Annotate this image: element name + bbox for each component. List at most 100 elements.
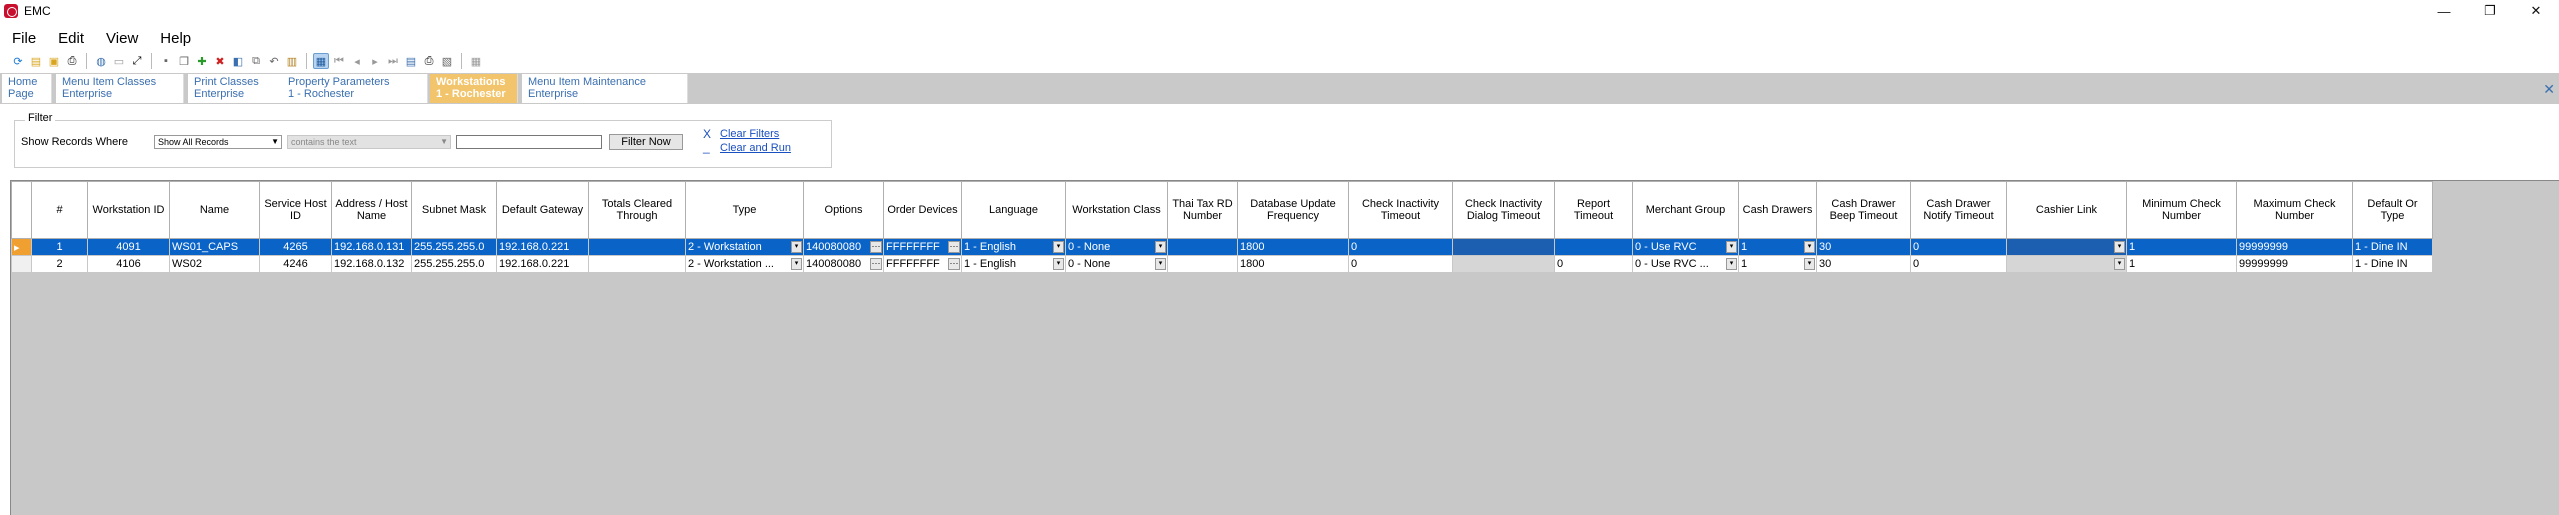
cell-service-host-id[interactable]: 4265 [259,238,332,256]
cell-totals-cleared[interactable] [588,238,686,256]
chevron-down-icon[interactable]: ▾ [1726,258,1737,270]
cell-cash-drawers[interactable]: 1 ▾ [1738,255,1817,273]
chevron-down-icon[interactable]: ▾ [1053,258,1064,270]
cell-check-inactivity[interactable]: 0 [1348,238,1453,256]
cell-name[interactable]: WS02 [169,255,260,273]
chevron-down-icon[interactable]: ▾ [1155,258,1166,270]
column-header-check-dialog-timeout[interactable]: Check Inactivity Dialog Timeout [1452,181,1555,239]
cell-max-check[interactable]: 99999999 [2236,255,2353,273]
column-header-totals-cleared[interactable]: Totals Cleared Through [588,181,686,239]
cell-subnet-mask[interactable]: 255.255.255.0 [411,255,497,273]
cell-workstation-id[interactable]: 4106 [87,255,170,273]
restore-button[interactable]: ❐ [2467,0,2513,22]
cell-order-devices[interactable]: FFFFFFFF ··· [883,255,962,273]
ellipsis-icon[interactable]: ··· [870,258,882,270]
tab-print-classes[interactable]: Print Classes Enterprise [188,74,284,103]
column-header-merchant-group[interactable]: Merchant Group [1632,181,1739,239]
copy-icon[interactable]: ❐ [176,53,192,69]
filter-field-select[interactable]: Show All Records ▼ [154,135,282,149]
cell-options[interactable]: 140080080 ··· [803,255,884,273]
tab-workstations[interactable]: Workstations 1 - Rochester [430,74,518,103]
cell-options[interactable]: 140080080 ··· [803,238,884,256]
cell-address[interactable]: 192.168.0.131 [331,238,412,256]
cell-service-host-id[interactable]: 4246 [259,255,332,273]
cell-check-inactivity[interactable]: 0 [1348,255,1453,273]
table-row[interactable]: ▸ 1 4091 WS01_CAPS 4265 192.168.0.131 25… [11,238,2433,256]
table-view-icon[interactable]: ▦ [313,53,329,69]
first-record-icon[interactable]: ⏮ [331,53,347,69]
clipboard-icon[interactable]: ▥ [284,53,300,69]
cell-thai-tax[interactable] [1167,238,1238,256]
column-header-number[interactable]: # [31,181,88,239]
tab-property-parameters[interactable]: Property Parameters 1 - Rochester [282,74,428,103]
clear-filters-link[interactable]: Clear Filters [720,128,779,140]
column-header-options[interactable]: Options [803,181,884,239]
tab-home-page[interactable]: Home Page [2,74,52,103]
tab-menu-item-classes[interactable]: Menu Item Classes Enterprise [56,74,184,103]
refresh-icon[interactable]: ⟳ [10,53,26,69]
column-header-workstation-class[interactable]: Workstation Class [1065,181,1168,239]
add-record-icon[interactable]: ✚ [194,53,210,69]
cell-name[interactable]: WS01_CAPS [169,238,260,256]
note-icon[interactable]: ▭ [111,53,127,69]
column-header-language[interactable]: Language [961,181,1066,239]
column-header-default-order-type[interactable]: Default Or Type [2352,181,2433,239]
table-row[interactable]: 2 4106 WS02 4246 192.168.0.132 255.255.2… [11,255,2433,273]
row-pointer-icon[interactable]: ▸ [11,238,32,256]
cell-type[interactable]: 2 - Workstation ▾ [685,238,804,256]
column-header-beep-timeout[interactable]: Cash Drawer Beep Timeout [1816,181,1911,239]
chevron-down-icon[interactable]: ▾ [791,241,802,253]
menu-edit[interactable]: Edit [56,30,86,47]
cell-language[interactable]: 1 - English ▾ [961,238,1066,256]
column-header-cash-drawers[interactable]: Cash Drawers [1738,181,1817,239]
filter-now-button[interactable]: Filter Now [609,134,683,150]
chevron-down-icon[interactable]: ▾ [2114,241,2125,253]
chevron-down-icon[interactable]: ▾ [1804,241,1815,253]
clear-and-run-icon[interactable]: _ [703,140,710,154]
close-button[interactable]: ✕ [2513,0,2559,22]
cell-number[interactable]: 2 [31,255,88,273]
cell-language[interactable]: 1 - English ▾ [961,255,1066,273]
column-header-min-check[interactable]: Minimum Check Number [2126,181,2237,239]
chevron-down-icon[interactable]: ▾ [2114,258,2125,270]
cell-order-devices[interactable]: FFFFFFFF ··· [883,238,962,256]
column-header-default-gateway[interactable]: Default Gateway [496,181,589,239]
column-header-cashier-link[interactable]: Cashier Link [2006,181,2127,239]
tab-menu-item-maintenance[interactable]: Menu Item Maintenance Enterprise [522,74,688,103]
column-header-workstation-id[interactable]: Workstation ID [87,181,170,239]
cell-default-gateway[interactable]: 192.168.0.221 [496,238,589,256]
cell-merchant-group[interactable]: 0 - Use RVC ... ▾ [1632,255,1739,273]
cell-number[interactable]: 1 [31,238,88,256]
cell-subnet-mask[interactable]: 255.255.255.0 [411,238,497,256]
cell-max-check[interactable]: 99999999 [2236,238,2353,256]
cell-min-check[interactable]: 1 [2126,238,2237,256]
cell-beep-timeout[interactable]: 30 [1816,255,1911,273]
column-header-address[interactable]: Address / Host Name [331,181,412,239]
cell-cashier-link[interactable]: ▾ [2006,238,2127,256]
print-preview-icon[interactable]: ⎙ [421,53,437,69]
column-header-max-check[interactable]: Maximum Check Number [2236,181,2353,239]
row-indicator[interactable] [11,255,32,273]
cell-totals-cleared[interactable] [588,255,686,273]
column-header-subnet-mask[interactable]: Subnet Mask [411,181,497,239]
minimize-button[interactable]: — [2421,0,2467,22]
cell-default-order-type[interactable]: 1 - Dine IN [2352,255,2433,273]
column-header-service-host-id[interactable]: Service Host ID [259,181,332,239]
column-header-type[interactable]: Type [685,181,804,239]
form-view-icon[interactable]: ▤ [403,53,419,69]
cell-merchant-group[interactable]: 0 - Use RVC ▾ [1632,238,1739,256]
clear-and-run-link[interactable]: Clear and Run [720,142,791,154]
cell-db-update[interactable]: 1800 [1237,255,1349,273]
cell-db-update[interactable]: 1800 [1237,238,1349,256]
chevron-down-icon[interactable]: ▾ [1155,241,1166,253]
ellipsis-icon[interactable]: ··· [948,258,960,270]
next-record-icon[interactable]: ▸ [367,53,383,69]
cell-workstation-class[interactable]: 0 - None ▾ [1065,255,1168,273]
column-header-name[interactable]: Name [169,181,260,239]
ellipsis-icon[interactable]: ··· [870,241,882,253]
cell-cash-drawers[interactable]: 1 ▾ [1738,238,1817,256]
cell-min-check[interactable]: 1 [2126,255,2237,273]
column-header-thai-tax[interactable]: Thai Tax RD Number [1167,181,1238,239]
cell-report-timeout[interactable]: 0 [1554,255,1633,273]
delete-record-icon[interactable]: ✖ [212,53,228,69]
